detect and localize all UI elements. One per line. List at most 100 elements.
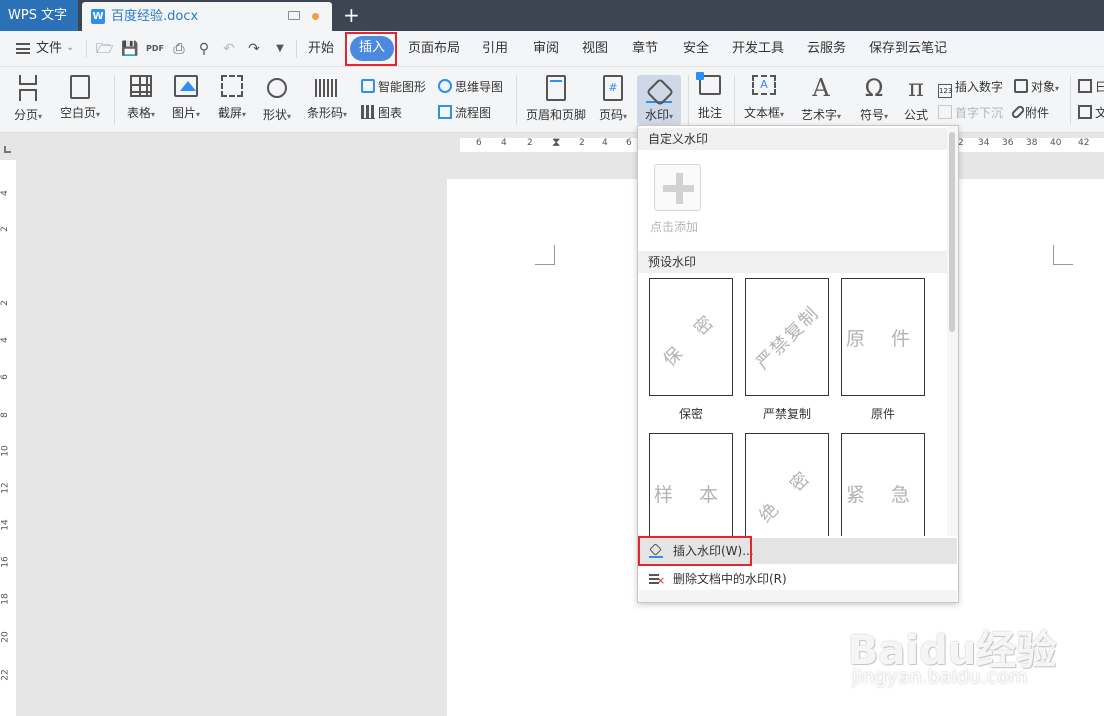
indent-marker-icon[interactable]: ⧗ — [552, 135, 560, 150]
preset-watermark-urgent[interactable]: 紧 急 — [841, 433, 925, 536]
tab-review[interactable]: 审阅 — [533, 31, 559, 67]
remove-watermark-menu-item[interactable]: × 删除文档中的水印(R) — [639, 566, 957, 592]
watermark-button[interactable]: 水印▾ — [637, 75, 681, 125]
shape-button[interactable]: 形状▾ — [256, 73, 298, 127]
chart-button[interactable]: 图表 — [361, 103, 402, 123]
dropdown-scrollbar[interactable] — [947, 126, 958, 536]
insert-tab-highlight — [345, 32, 397, 66]
insert-number-label: 插入数字 — [955, 80, 1004, 94]
document-tab[interactable]: W 百度经验.docx — [82, 2, 332, 31]
insert-number-button[interactable]: 123 插入数字 — [938, 77, 1004, 98]
screenshot-button[interactable]: 截屏▾ — [210, 73, 254, 127]
shape-icon — [267, 78, 287, 98]
app-tab[interactable]: WPS 文字 — [0, 0, 78, 31]
header-footer-label: 页眉和页脚 — [525, 108, 586, 122]
picture-button[interactable]: 图片▾ — [166, 73, 206, 127]
new-tab-plus-icon[interactable]: + — [343, 4, 360, 26]
word-art-label: 艺术字 — [800, 108, 837, 122]
page-break-icon — [15, 75, 41, 101]
ruler-number: 10 — [0, 445, 11, 457]
flowchart-button[interactable]: 流程图 — [438, 103, 491, 123]
chart-label: 图表 — [378, 106, 403, 120]
barcode-button[interactable]: 条形码▾ — [302, 73, 352, 127]
page-break-button[interactable]: 分页▾ — [8, 73, 48, 127]
ruler-number: 4 — [0, 337, 10, 343]
print-preview-icon[interactable]: ⚲ — [196, 41, 212, 57]
formula-label: 公式 — [903, 108, 928, 122]
ruler-number: 38 — [1026, 138, 1038, 148]
symbol-button[interactable]: Ω 符号▾ — [854, 73, 894, 127]
smart-shape-button[interactable]: 智能图形 — [361, 77, 426, 97]
watermark-preview-text: 原 件 — [845, 327, 921, 350]
attachment-button[interactable]: 附件 — [1010, 103, 1049, 123]
save-icon[interactable]: 💾 — [121, 41, 138, 57]
preset-watermark-confidential[interactable]: 保 密 — [649, 278, 733, 396]
chart-icon — [361, 105, 375, 119]
tab-references[interactable]: 引用 — [482, 31, 508, 67]
open-folder-icon[interactable]: 🗁 — [96, 41, 113, 57]
ruler-number: 36 — [1002, 138, 1014, 148]
scrollbar-thumb[interactable] — [949, 132, 955, 332]
preset-watermark-top-secret[interactable]: 绝 密 — [745, 433, 829, 536]
object-icon — [1014, 79, 1028, 93]
divider — [1070, 75, 1071, 125]
ruler-number: 6 — [626, 138, 632, 148]
tab-chapter[interactable]: 章节 — [632, 31, 658, 67]
tab-cloud-service[interactable]: 云服务 — [807, 31, 846, 67]
tab-stop-selector-icon[interactable] — [4, 146, 11, 153]
blank-page-icon — [70, 75, 90, 99]
preset-watermark-sample[interactable]: 样 本 — [649, 433, 733, 536]
picture-icon — [174, 75, 198, 97]
print-icon[interactable]: ⎙ — [171, 41, 187, 57]
tab-view[interactable]: 视图 — [582, 31, 608, 67]
watermark-preview-text: 样 本 — [653, 483, 729, 506]
preset-watermark-label: 严禁复制 — [762, 407, 811, 421]
redo-icon[interactable]: ↷ — [246, 41, 262, 57]
text-box-button[interactable]: A 文本框▾ — [740, 73, 788, 127]
tab-save-to-cloud-notes[interactable]: 保存到云笔记 — [869, 31, 947, 67]
page-number-icon: # — [603, 75, 623, 101]
tab-developer-tools[interactable]: 开发工具 — [732, 31, 784, 67]
mind-map-label: 思维导图 — [455, 80, 504, 94]
doc-parts-label: 文 — [1095, 106, 1104, 120]
divider — [688, 75, 689, 125]
custom-watermark-header: 自定义水印 — [638, 128, 948, 150]
page-break-label: 分页 — [13, 108, 38, 122]
margin-corner-mark — [1053, 245, 1073, 265]
preset-watermark-no-copy[interactable]: 严禁复制 — [745, 278, 829, 396]
preset-watermark-label: 保密 — [678, 407, 703, 421]
word-art-button[interactable]: A 艺术字▾ — [796, 73, 846, 127]
unsaved-dot-icon[interactable] — [312, 13, 319, 20]
tab-security[interactable]: 安全 — [683, 31, 709, 67]
monitor-icon[interactable] — [288, 11, 300, 20]
formula-button[interactable]: π 公式 — [898, 73, 934, 127]
chevron-down-icon[interactable]: ⌄ — [66, 42, 74, 53]
drop-cap-label: 首字下沉 — [955, 106, 1004, 120]
watermark-preview-text: 保 密 — [659, 305, 725, 371]
object-button[interactable]: 对象▾ — [1014, 77, 1059, 97]
tab-page-layout[interactable]: 页面布局 — [408, 31, 460, 67]
table-button[interactable]: 表格▾ — [120, 73, 162, 127]
ruler-number: 42 — [1078, 138, 1090, 148]
mind-map-icon — [438, 79, 452, 93]
date-button[interactable]: 日 — [1078, 77, 1104, 97]
doc-parts-button[interactable]: 文 — [1078, 103, 1104, 123]
undo-icon[interactable]: ↶ — [221, 41, 237, 57]
ruler-number: 18 — [0, 593, 11, 605]
add-custom-watermark-label: 点击添加 — [650, 220, 699, 234]
comment-button[interactable]: 批注 — [692, 72, 728, 127]
preset-watermark-original[interactable]: 原 件 — [841, 278, 925, 396]
page-number-button[interactable]: # 页码▾ — [594, 73, 632, 127]
mind-map-button[interactable]: 思维导图 — [438, 77, 503, 97]
vertical-ruler[interactable]: 4 2 2 4 6 8 10 12 14 16 18 20 22 — [0, 160, 16, 716]
blank-page-button[interactable]: 空白页▾ — [54, 73, 106, 127]
drop-cap-icon — [938, 105, 952, 119]
ruler-number: 2 — [0, 300, 10, 306]
pdf-icon[interactable]: PDF — [146, 41, 164, 57]
file-menu[interactable]: 文件 — [36, 31, 62, 67]
tab-home[interactable]: 开始 — [308, 31, 334, 67]
add-custom-watermark-button[interactable] — [654, 164, 701, 211]
hamburger-icon[interactable] — [16, 43, 30, 54]
customize-dropdown-icon[interactable]: ▼ — [272, 41, 288, 57]
header-footer-button[interactable]: 页眉和页脚 — [522, 73, 590, 127]
